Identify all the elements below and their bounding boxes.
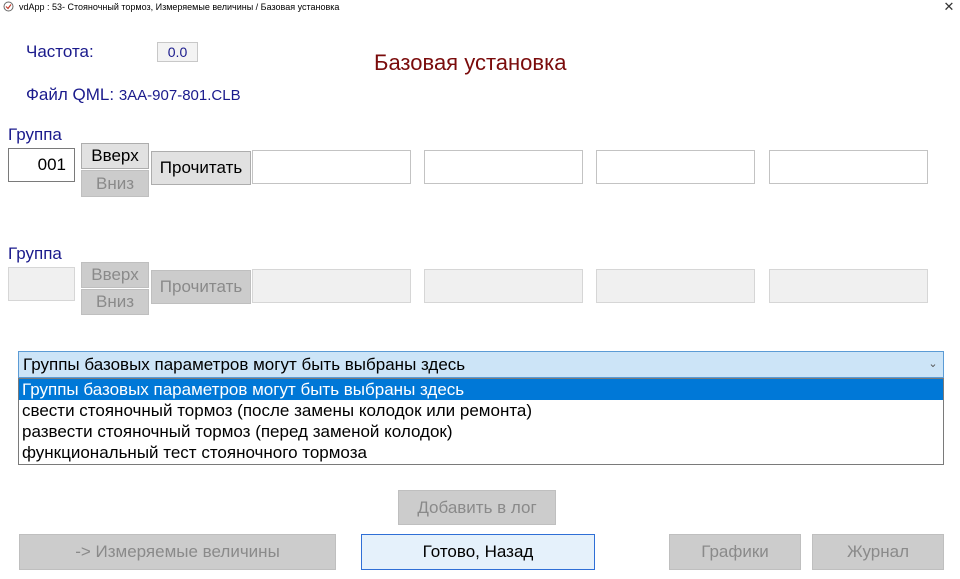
- group2-number-input[interactable]: [8, 267, 75, 301]
- chevron-down-icon[interactable]: ⌄: [927, 352, 939, 377]
- select-option[interactable]: функциональный тест стояночного тормоза: [19, 442, 943, 463]
- group1-read-button[interactable]: Прочитать: [151, 151, 251, 185]
- qml-file-label: Файл QML: 3AA-907-801.CLB: [26, 85, 241, 105]
- group2-value-field-1: [252, 269, 411, 303]
- qml-file-name: 3AA-907-801.CLB: [118, 87, 241, 104]
- group2-value-field-2: [424, 269, 583, 303]
- group1-up-button[interactable]: Вверх: [81, 143, 149, 169]
- page-title: Базовая установка: [374, 50, 567, 75]
- group1-value-field-1: [252, 150, 411, 184]
- journal-button[interactable]: Журнал: [812, 534, 944, 570]
- group1-number-input[interactable]: 001: [8, 148, 75, 182]
- group2-read-button[interactable]: Прочитать: [151, 270, 251, 304]
- qml-label: Файл QML:: [26, 85, 115, 104]
- group1-value-field-2: [424, 150, 583, 184]
- close-icon[interactable]: ✕: [940, 0, 958, 14]
- group2-value-field-4: [769, 269, 928, 303]
- add-to-log-button[interactable]: Добавить в лог: [398, 490, 556, 525]
- frequency-label: Частота:: [26, 42, 94, 61]
- window-title: vdApp : 53- Стояночный тормоз, Измеряемы…: [19, 2, 340, 12]
- app-icon: [3, 1, 14, 12]
- title-bar: vdApp : 53- Стояночный тормоз, Измеряемы…: [0, 0, 960, 14]
- group1-value-field-4: [769, 150, 928, 184]
- group1-value-field-3: [596, 150, 755, 184]
- graphs-button[interactable]: Графики: [669, 534, 801, 570]
- done-back-button[interactable]: Готово, Назад: [361, 534, 595, 570]
- group2-label: Группа: [8, 244, 62, 263]
- group1-label: Группа: [8, 125, 62, 144]
- select-option[interactable]: свести стояночный тормоз (после замены к…: [19, 400, 943, 421]
- frequency-value: 0.0: [157, 42, 198, 62]
- select-option[interactable]: развести стояночный тормоз (перед замено…: [19, 421, 943, 442]
- group1-down-button[interactable]: Вниз: [81, 170, 149, 197]
- group2-value-field-3: [596, 269, 755, 303]
- measured-values-button[interactable]: -> Измеряемые величины: [19, 534, 336, 570]
- group2-down-button[interactable]: Вниз: [81, 289, 149, 315]
- select-option[interactable]: Группы базовых параметров могут быть выб…: [19, 379, 943, 400]
- group2-up-button[interactable]: Вверх: [81, 262, 149, 288]
- select-selected-value: Группы базовых параметров могут быть выб…: [23, 355, 466, 374]
- basic-settings-group-select[interactable]: Группы базовых параметров могут быть выб…: [18, 351, 944, 378]
- select-options-list: Группы базовых параметров могут быть выб…: [18, 378, 944, 465]
